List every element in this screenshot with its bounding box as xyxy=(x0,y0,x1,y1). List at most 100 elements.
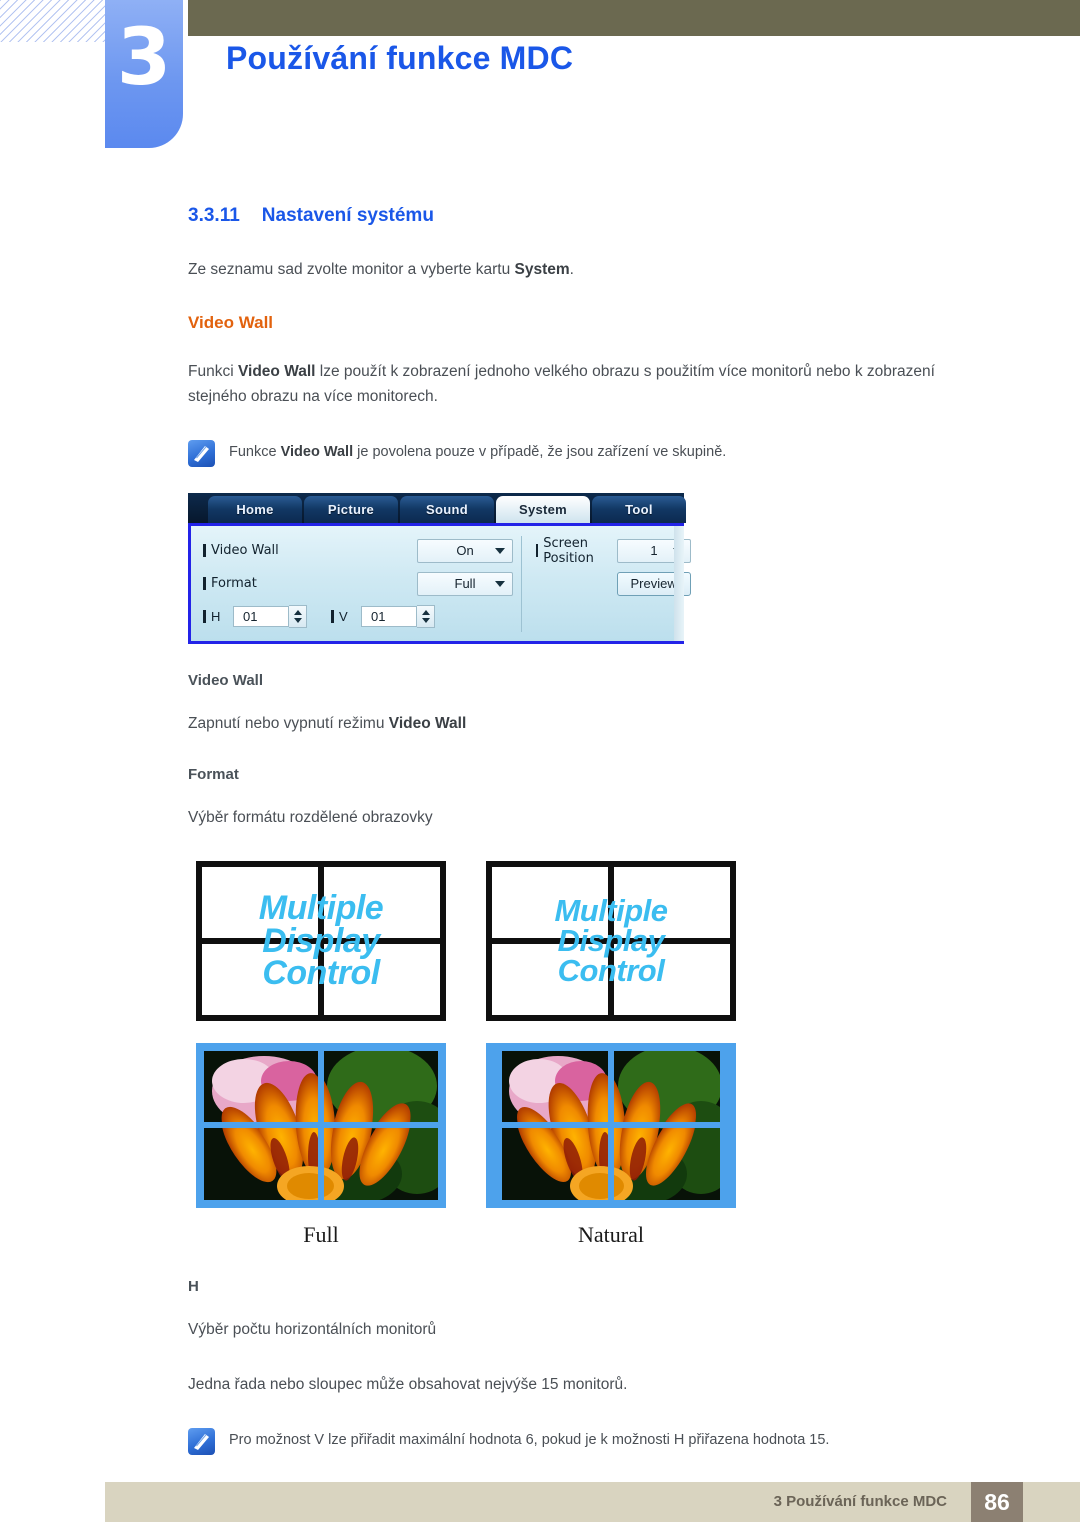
tab-system[interactable]: System xyxy=(496,495,590,523)
photo-cell xyxy=(204,1050,318,1123)
mdc-label-h-text: H xyxy=(211,609,221,625)
mdc-label-format-text: Format xyxy=(211,576,257,592)
desc-text-format: Výběr formátu rozdělené obrazovky xyxy=(188,809,433,827)
section-number: 3.3.11 xyxy=(188,205,240,226)
note-h-group: Pro možnost V lze přiřadit maximální hod… xyxy=(188,1427,978,1455)
wall-cell xyxy=(202,866,318,938)
wall-diagram-full: Multiple Display Control xyxy=(196,860,446,1021)
caption-full: Full xyxy=(303,1221,339,1247)
bullet-bar-icon xyxy=(203,544,206,558)
photo-cell xyxy=(324,1050,438,1123)
photo-cell xyxy=(502,1128,608,1200)
desc-vw-bold: Video Wall xyxy=(388,714,467,732)
desc-heading-format: Format xyxy=(188,766,239,784)
mdc-stepper-v[interactable] xyxy=(417,605,435,629)
page-title: Používání funkce MDC xyxy=(226,40,574,76)
photo-cell xyxy=(502,1050,608,1123)
wall-cell xyxy=(324,866,440,938)
mdc-label-h: H xyxy=(203,609,233,624)
chevron-down-icon xyxy=(495,547,505,554)
mdc-input-v[interactable]: 01 xyxy=(361,606,417,628)
mdc-combo-screen-position-value: 1 xyxy=(650,543,658,559)
stepper-down-icon[interactable] xyxy=(421,618,430,624)
desc-text-h-2: Jedna řada nebo sloupec může obsahovat n… xyxy=(188,1376,628,1394)
footer-chapter-text: 3 Používání funkce MDC xyxy=(773,1493,947,1510)
mdc-label-video-wall-text: Video Wall xyxy=(211,543,279,559)
mdc-system-panel: Video Wall On Format Full H 01 V 01 Scre… xyxy=(188,522,691,644)
caption-row: Full Natural xyxy=(196,1222,978,1248)
mdc-label-format: Format xyxy=(203,576,257,591)
mdc-label-video-wall: Video Wall xyxy=(203,543,279,558)
mdc-row-screen-position: Screen Position 1 xyxy=(536,536,691,566)
photo-diagram-row xyxy=(196,1042,978,1208)
mdc-tab-bar: Home Picture Sound System Tool xyxy=(188,492,686,523)
desc-text-video-wall: Zapnutí nebo vypnutí režimu Video Wall xyxy=(188,711,978,737)
desc-heading-h: H xyxy=(188,1277,199,1295)
tab-tool[interactable]: Tool xyxy=(592,495,686,523)
photo-cell xyxy=(204,1128,318,1200)
chevron-down-icon xyxy=(495,580,505,587)
bullet-bar-icon xyxy=(203,610,206,624)
note-video-wall-group: Funkce Video Wall je povolena pouze v př… xyxy=(188,439,978,467)
wall-cell xyxy=(492,866,608,938)
photo-cell xyxy=(614,1128,720,1200)
chapter-number: 3 xyxy=(116,13,172,103)
note-bold: Video Wall xyxy=(280,443,354,460)
mdc-left-column: Video Wall On Format Full H 01 V 01 xyxy=(203,535,522,632)
mdc-label-v-text: V xyxy=(339,609,348,625)
wall-diagram-row: Multiple Display Control Multiple Displa… xyxy=(196,860,978,1021)
mdc-scrollbar[interactable] xyxy=(674,525,684,641)
tab-picture[interactable]: Picture xyxy=(304,495,398,523)
mdc-row-video-wall: Video Wall On xyxy=(203,536,513,566)
caption-natural: Natural xyxy=(578,1221,644,1247)
note-suffix: je povolena pouze v případě, že jsou zař… xyxy=(353,443,727,460)
stepper-up-icon[interactable] xyxy=(421,610,430,616)
mdc-combo-video-wall[interactable]: On xyxy=(417,538,513,563)
desc-vw-prefix: Zapnutí nebo vypnutí režimu xyxy=(188,714,389,732)
stepper-down-icon[interactable] xyxy=(293,618,302,624)
note-h-text: Pro možnost V lze přiřadit maximální hod… xyxy=(229,1431,830,1448)
bullet-bar-icon xyxy=(203,577,206,591)
section-title: Nastavení systému xyxy=(261,205,434,226)
desc-prefix: Funkci xyxy=(188,362,238,380)
desc-heading-video-wall: Video Wall xyxy=(188,671,264,689)
wall-cell xyxy=(202,943,318,1015)
mdc-row-format: Format Full xyxy=(203,569,513,599)
note-prefix: Funkce xyxy=(229,443,281,460)
footer-page-number: 86 xyxy=(971,1482,1023,1522)
photo-cell xyxy=(614,1050,720,1123)
note-video-wall-text: Funkce Video Wall je povolena pouze v př… xyxy=(229,440,726,464)
tab-sound[interactable]: Sound xyxy=(400,495,494,523)
pencil-note-icon xyxy=(188,439,215,467)
mdc-label-v: V xyxy=(331,609,361,624)
mdc-combo-format[interactable]: Full xyxy=(417,571,513,596)
mdc-label-screen-position-text: Screen Position xyxy=(543,535,594,566)
bullet-bar-icon xyxy=(536,544,539,558)
wall-cell xyxy=(614,943,730,1015)
wall-cell xyxy=(614,866,730,938)
format-diagrams: Multiple Display Control Multiple Displa… xyxy=(196,860,978,1248)
video-wall-heading: Video Wall xyxy=(188,312,274,332)
wall-diagram-natural: Multiple Display Control xyxy=(486,860,736,1021)
mdc-stepper-h[interactable] xyxy=(289,605,307,629)
photo-wall-natural xyxy=(486,1042,736,1208)
mdc-combo-video-wall-value: On xyxy=(456,543,474,559)
desc-bold: Video Wall xyxy=(237,362,316,380)
mdc-label-screen-position: Screen Position xyxy=(536,536,617,566)
photo-cell xyxy=(324,1128,438,1200)
desc-text-h-1: Výběr počtu horizontálních monitorů xyxy=(188,1320,437,1338)
section-heading: 3.3.11 Nastavení systému xyxy=(188,205,978,227)
intro-prefix: Ze seznamu sad zvolte monitor a vyberte … xyxy=(188,261,515,278)
intro-paragraph: Ze seznamu sad zvolte monitor a vyberte … xyxy=(188,257,978,283)
intro-bold: System xyxy=(514,261,570,278)
video-wall-description: Funkci Video Wall lze použít k zobrazení… xyxy=(188,359,978,410)
mdc-combo-format-value: Full xyxy=(454,576,476,592)
mdc-system-dialog: Home Picture Sound System Tool Video Wal… xyxy=(188,492,691,644)
intro-suffix: . xyxy=(569,261,574,278)
bullet-bar-icon xyxy=(331,610,334,624)
stepper-up-icon[interactable] xyxy=(293,610,302,616)
wall-cell xyxy=(492,943,608,1015)
pencil-note-icon xyxy=(188,1427,215,1455)
tab-home[interactable]: Home xyxy=(208,495,302,523)
mdc-input-h[interactable]: 01 xyxy=(233,606,289,628)
